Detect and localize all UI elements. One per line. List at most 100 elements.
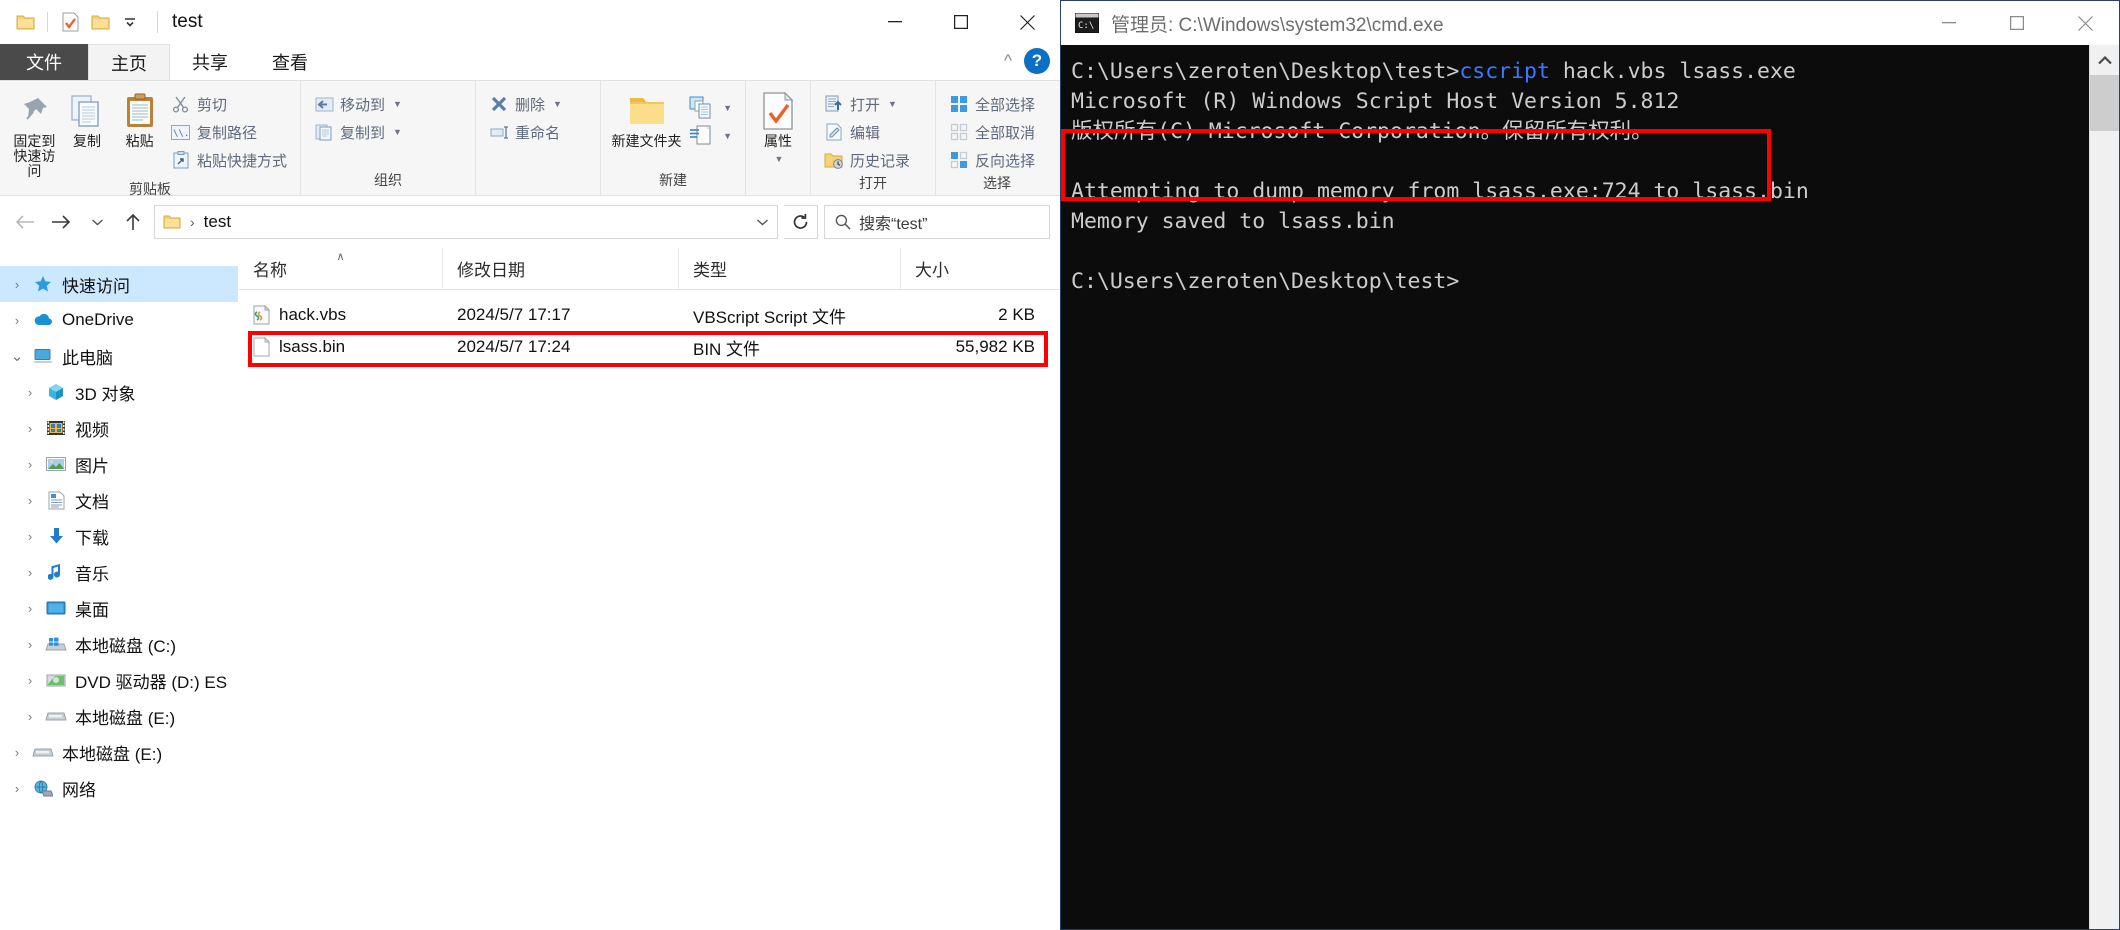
chevron-down-icon[interactable]: ▼: [888, 99, 897, 109]
sidebar-item-this-pc[interactable]: ⌄ 此电脑: [0, 338, 238, 374]
search-input[interactable]: 搜索“test”: [824, 205, 1050, 239]
new-folder-icon[interactable]: [85, 7, 115, 37]
cmd-maximize-button[interactable]: [1983, 1, 2051, 45]
cut-button[interactable]: 剪切: [166, 91, 292, 117]
copy-path-button[interactable]: \\.. 复制路径: [166, 119, 292, 145]
tab-home[interactable]: 主页: [88, 44, 170, 80]
scrollbar-thumb[interactable]: [2090, 75, 2119, 131]
chevron-down-icon[interactable]: ▼: [553, 99, 562, 109]
explorer-maximize-button[interactable]: [928, 0, 994, 44]
expander-icon[interactable]: ›: [4, 745, 30, 760]
pin-to-quick-access-button[interactable]: 固定到快速访问: [8, 89, 61, 179]
expander-icon[interactable]: ›: [17, 565, 43, 580]
easy-access-button[interactable]: ▼: [684, 123, 737, 149]
sidebar-item-local-disk-c[interactable]: › 本地磁盘 (C:): [0, 626, 238, 662]
sidebar-item-videos[interactable]: › 视频: [0, 410, 238, 446]
tab-share[interactable]: 共享: [170, 44, 250, 80]
help-icon[interactable]: ?: [1024, 48, 1050, 74]
sidebar-item-local-disk-e-child[interactable]: › 本地磁盘 (E:): [0, 698, 238, 734]
chevron-down-icon[interactable]: ▼: [775, 152, 784, 167]
properties-button[interactable]: 属性 ▼: [754, 89, 802, 167]
sidebar-item-local-disk-e[interactable]: › 本地磁盘 (E:): [0, 734, 238, 770]
rename-button[interactable]: 重命名: [484, 119, 567, 145]
column-header-size[interactable]: 大小: [901, 248, 1051, 290]
column-header-type[interactable]: 类型: [679, 247, 901, 290]
paste-shortcut-button[interactable]: 粘贴快捷方式: [166, 147, 292, 173]
sidebar-item-desktop[interactable]: › 桌面: [0, 590, 238, 626]
collapse-ribbon-chevron-up-icon[interactable]: ^: [1004, 51, 1012, 71]
table-row[interactable]: lsass.bin 2024/5/7 17:24 BIN 文件 55,982 K…: [239, 331, 1060, 363]
select-none-button[interactable]: 全部取消: [944, 119, 1040, 145]
expander-icon[interactable]: ›: [17, 601, 43, 616]
cut-label: 剪切: [196, 96, 227, 114]
chevron-down-icon[interactable]: ▼: [393, 127, 402, 137]
file-date-cell: 2024/5/7 17:24: [457, 337, 571, 356]
back-button[interactable]: [10, 207, 40, 237]
new-folder-button[interactable]: 新建文件夹: [609, 89, 684, 149]
properties-icon[interactable]: [55, 7, 85, 37]
cmd-scrollbar[interactable]: [2089, 45, 2119, 929]
cmd-minimize-button[interactable]: [1915, 1, 1983, 45]
star-icon: [30, 275, 56, 293]
table-row[interactable]: hack.vbs 2024/5/7 17:17 VBScript Script …: [239, 299, 1060, 331]
videos-icon: [43, 420, 69, 436]
copy-button[interactable]: 复制: [61, 89, 114, 149]
delete-button[interactable]: 删除 ▼: [484, 91, 567, 117]
move-to-button[interactable]: 移动到 ▼: [309, 91, 407, 117]
expander-icon[interactable]: ›: [17, 637, 43, 652]
column-header-name[interactable]: ∧ 名称: [239, 247, 443, 290]
expander-icon[interactable]: ›: [17, 493, 43, 508]
invert-selection-button[interactable]: 反向选择: [944, 147, 1040, 173]
address-path-input[interactable]: › test: [154, 205, 778, 239]
cmd-console-output[interactable]: C:\Users\zeroten\Desktop\test>cscript ha…: [1061, 45, 2089, 929]
copy-to-button[interactable]: 复制到 ▼: [309, 119, 407, 145]
sidebar-item-onedrive[interactable]: › OneDrive: [0, 302, 238, 338]
sidebar-item-network[interactable]: › 网络: [0, 770, 238, 806]
expander-icon[interactable]: ›: [17, 673, 43, 688]
tab-view[interactable]: 查看: [250, 44, 330, 80]
history-button[interactable]: 历史记录: [819, 147, 915, 173]
cmd-close-button[interactable]: [2051, 1, 2119, 45]
sidebar-item-3d-objects[interactable]: › 3D 对象: [0, 374, 238, 410]
expander-icon[interactable]: ›: [4, 313, 30, 328]
paste-button[interactable]: 粘贴: [113, 89, 166, 149]
delete-label: 删除: [515, 96, 546, 114]
expander-icon[interactable]: ›: [17, 385, 43, 400]
new-item-button[interactable]: ▼: [684, 95, 737, 121]
scrollbar-track[interactable]: [2090, 131, 2119, 929]
explorer-close-button[interactable]: [994, 0, 1060, 44]
breadcrumb-current-folder[interactable]: test: [204, 212, 231, 232]
recent-locations-chevron-down-icon[interactable]: [82, 207, 112, 237]
expander-icon[interactable]: ›: [4, 277, 30, 292]
expander-icon[interactable]: ›: [17, 709, 43, 724]
explorer-minimize-button[interactable]: [862, 0, 928, 44]
folder-icon[interactable]: [10, 7, 40, 37]
edit-button[interactable]: 编辑: [819, 119, 915, 145]
scroll-up-arrow-icon[interactable]: [2090, 45, 2119, 75]
sidebar-item-documents[interactable]: › 文档: [0, 482, 238, 518]
sidebar-item-quick-access[interactable]: › 快速访问: [0, 266, 238, 302]
expander-icon[interactable]: ⌄: [4, 347, 30, 365]
expander-icon[interactable]: ›: [17, 457, 43, 472]
chevron-down-icon[interactable]: ▼: [393, 99, 402, 109]
open-button[interactable]: 打开 ▼: [819, 91, 915, 117]
chevron-down-icon[interactable]: ▼: [723, 131, 732, 141]
refresh-icon[interactable]: [784, 205, 818, 239]
expander-icon[interactable]: ›: [17, 529, 43, 544]
chevron-down-icon[interactable]: ▼: [723, 103, 732, 113]
sidebar-item-label: 本地磁盘 (E:): [75, 708, 176, 728]
expander-icon[interactable]: ›: [4, 781, 30, 796]
customize-qat-caret-icon[interactable]: [115, 7, 145, 37]
expander-icon[interactable]: ›: [17, 421, 43, 436]
select-all-button[interactable]: 全部选择: [944, 91, 1040, 117]
sidebar-item-pictures[interactable]: › 图片: [0, 446, 238, 482]
sidebar-item-label: 视频: [75, 420, 109, 440]
up-button[interactable]: [118, 207, 148, 237]
sidebar-item-downloads[interactable]: › 下载: [0, 518, 238, 554]
address-dropdown-chevron-down-icon[interactable]: [756, 217, 769, 227]
column-header-date-modified[interactable]: 修改日期: [443, 247, 679, 290]
sidebar-item-dvd-drive-d[interactable]: › DVD 驱动器 (D:) ES: [0, 662, 238, 698]
forward-button[interactable]: [46, 207, 76, 237]
tab-file[interactable]: 文件: [0, 44, 88, 80]
sidebar-item-music[interactable]: › 音乐: [0, 554, 238, 590]
